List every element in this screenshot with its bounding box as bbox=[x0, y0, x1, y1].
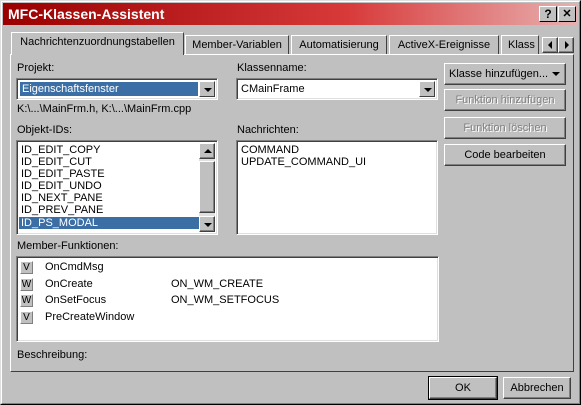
arrow-down-icon bbox=[204, 223, 212, 227]
tab-label: ActiveX-Ereignisse bbox=[397, 39, 491, 51]
tab-automatisierung[interactable]: Automatisierung bbox=[291, 35, 387, 55]
virtual-marker-icon: V bbox=[20, 261, 33, 274]
object-ids-listbox[interactable]: ID_EDIT_COPY ID_EDIT_CUT ID_EDIT_PASTE I… bbox=[16, 140, 218, 235]
tab-activex-ereignisse[interactable]: ActiveX-Ereignisse bbox=[389, 35, 499, 55]
class-name-combobox[interactable]: CMainFrame bbox=[236, 78, 438, 100]
list-item[interactable]: UPDATE_COMMAND_UI bbox=[239, 156, 366, 168]
member-functions-listbox[interactable]: V OnCmdMsg W OnCreate ON_WM_CREATE W OnS… bbox=[16, 256, 439, 342]
list-item-selected[interactable]: ID_PS_MODAL bbox=[19, 217, 199, 229]
scroll-down-button[interactable] bbox=[199, 216, 215, 232]
dialog-window: MFC-Klassen-Assistent ? ✕ Nachrichtenzuo… bbox=[0, 0, 581, 405]
windows-message-marker-icon: W bbox=[20, 294, 33, 307]
close-icon: ✕ bbox=[562, 8, 572, 20]
tab-label: Nachrichtenzuordnungstabellen bbox=[20, 36, 175, 48]
function-handler: ON_WM_CREATE bbox=[171, 278, 264, 290]
help-icon: ? bbox=[544, 7, 552, 21]
list-item[interactable]: COMMAND bbox=[239, 144, 299, 156]
tab-label: Klass bbox=[508, 39, 535, 51]
arrow-left-icon bbox=[548, 41, 552, 49]
project-label: Projekt: bbox=[17, 62, 55, 74]
project-combobox[interactable]: Eigenschaftsfenster bbox=[16, 78, 218, 100]
delete-function-button[interactable]: Funktion löschen bbox=[444, 117, 566, 139]
list-item[interactable]: ID_EDIT_UNDO bbox=[19, 180, 199, 192]
tab-scroll-right-button[interactable] bbox=[558, 37, 574, 53]
list-item[interactable]: ID_EDIT_CUT bbox=[19, 156, 199, 168]
function-handler: ON_WM_SETFOCUS bbox=[171, 294, 280, 306]
list-item[interactable]: ID_NEXT_PANE bbox=[19, 192, 199, 204]
tab-klassen-info[interactable]: Klass bbox=[501, 35, 539, 55]
cancel-button[interactable]: Abbrechen bbox=[503, 377, 571, 399]
help-button[interactable]: ? bbox=[539, 6, 557, 22]
scroll-up-button[interactable] bbox=[199, 143, 215, 159]
scroll-thumb[interactable] bbox=[199, 161, 215, 213]
class-name-label: Klassenname: bbox=[237, 62, 307, 74]
edit-code-label: Code bearbeiten bbox=[464, 149, 546, 161]
chevron-down-icon bbox=[552, 72, 560, 76]
function-name: OnCreate bbox=[45, 278, 93, 290]
virtual-marker-icon: V bbox=[20, 311, 33, 324]
messages-listbox[interactable]: COMMAND UPDATE_COMMAND_UI bbox=[236, 140, 438, 235]
arrow-up-icon bbox=[204, 149, 212, 153]
arrow-right-icon bbox=[565, 41, 569, 49]
add-function-button[interactable]: Funktion hinzufügen bbox=[444, 89, 566, 111]
window-title: MFC-Klassen-Assistent bbox=[8, 6, 165, 22]
class-name-dropdown-button[interactable] bbox=[419, 81, 435, 97]
function-name: PreCreateWindow bbox=[45, 311, 135, 323]
project-value: Eigenschaftsfenster bbox=[19, 81, 199, 97]
function-name: OnCmdMsg bbox=[45, 261, 104, 273]
member-functions-label: Member-Funktionen: bbox=[17, 240, 119, 252]
tab-nachrichtenzuordnungstabellen[interactable]: Nachrichtenzuordnungstabellen bbox=[11, 32, 184, 55]
table-row[interactable]: V OnCmdMsg bbox=[19, 259, 435, 276]
function-name: OnSetFocus bbox=[45, 294, 107, 306]
close-button[interactable]: ✕ bbox=[558, 6, 576, 22]
class-name-value: CMainFrame bbox=[241, 83, 305, 95]
tab-scroll-left-button[interactable] bbox=[542, 37, 558, 53]
tab-label: Member-Variablen bbox=[192, 39, 282, 51]
windows-message-marker-icon: W bbox=[20, 278, 33, 291]
edit-code-button[interactable]: Code bearbeiten bbox=[444, 144, 566, 166]
chevron-down-icon bbox=[204, 88, 212, 92]
tab-member-variablen[interactable]: Member-Variablen bbox=[185, 35, 289, 55]
table-row[interactable]: W OnCreate ON_WM_CREATE bbox=[19, 276, 435, 293]
list-item[interactable]: ID_EDIT_COPY bbox=[19, 144, 199, 156]
tab-label: Automatisierung bbox=[299, 39, 379, 51]
delete-function-label: Funktion löschen bbox=[463, 122, 547, 134]
ok-label: OK bbox=[455, 382, 471, 394]
object-ids-scrollbar[interactable] bbox=[199, 143, 215, 232]
chevron-down-icon bbox=[424, 88, 432, 92]
messages-label: Nachrichten: bbox=[237, 124, 299, 136]
project-dropdown-button[interactable] bbox=[199, 81, 215, 97]
cancel-label: Abbrechen bbox=[510, 382, 564, 394]
source-files-text: K:\...\MainFrm.h, K:\...\MainFrm.cpp bbox=[17, 103, 192, 115]
add-function-label: Funktion hinzufügen bbox=[455, 94, 555, 106]
table-row[interactable]: W OnSetFocus ON_WM_SETFOCUS bbox=[19, 292, 435, 309]
table-row[interactable]: V PreCreateWindow bbox=[19, 309, 435, 326]
object-ids-label: Objekt-IDs: bbox=[17, 124, 73, 136]
list-item[interactable]: ID_PREV_PANE bbox=[19, 204, 199, 216]
title-bar[interactable]: MFC-Klassen-Assistent ? ✕ bbox=[3, 3, 578, 25]
ok-button[interactable]: OK bbox=[428, 376, 498, 400]
description-label: Beschreibung: bbox=[17, 349, 88, 361]
add-class-label: Klasse hinzufügen... bbox=[449, 68, 549, 80]
add-class-button[interactable]: Klasse hinzufügen... bbox=[444, 63, 566, 85]
list-item[interactable]: ID_EDIT_PASTE bbox=[19, 168, 199, 180]
